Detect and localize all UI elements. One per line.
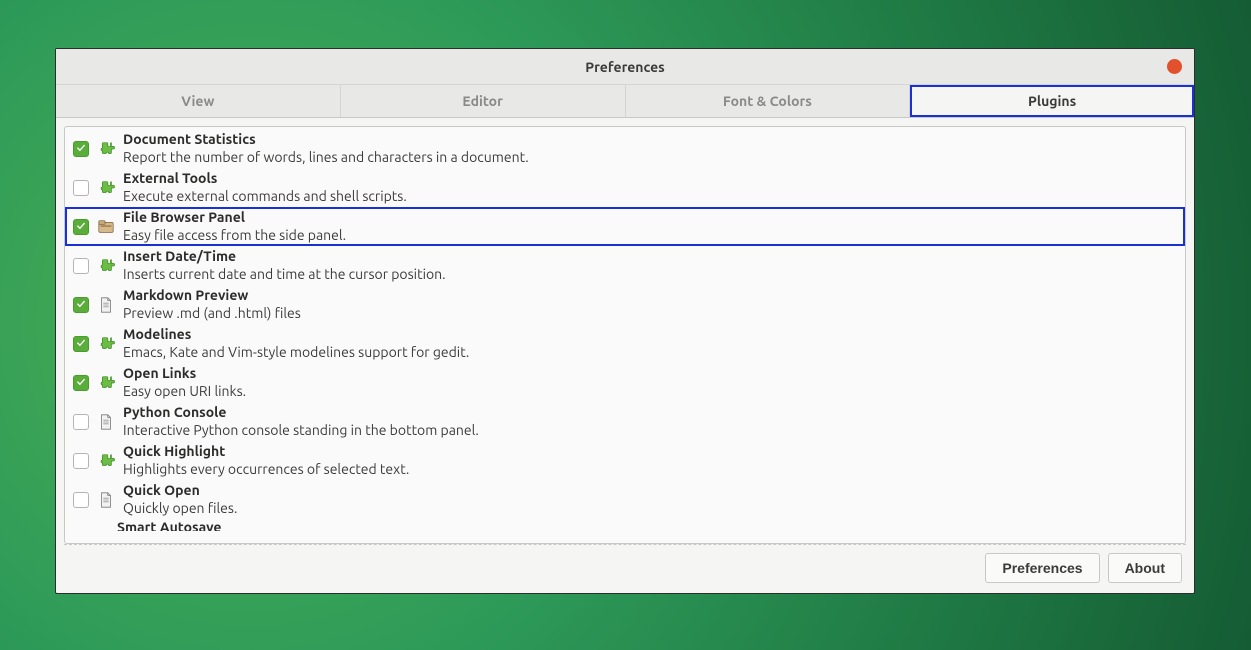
folder-icon xyxy=(97,218,115,236)
puzzle-icon xyxy=(97,179,115,197)
plugin-checkbox[interactable] xyxy=(73,414,89,430)
plugin-text: ModelinesEmacs, Kate and Vim-style model… xyxy=(123,326,469,361)
plugin-checkbox[interactable] xyxy=(73,492,89,508)
tab-plugins[interactable]: Plugins xyxy=(910,85,1194,117)
plugin-row[interactable]: Open LinksEasy open URI links. xyxy=(65,363,1185,402)
plugin-checkbox[interactable] xyxy=(73,375,89,391)
tab-font-colors[interactable]: Font & Colors xyxy=(626,85,911,117)
plugin-text: Quick OpenQuickly open files. xyxy=(123,482,237,517)
plugin-row[interactable]: File Browser PanelEasy file access from … xyxy=(65,207,1185,246)
plugin-description: Interactive Python console standing in t… xyxy=(123,422,479,440)
plugin-description: Report the number of words, lines and ch… xyxy=(123,149,529,167)
plugin-checkbox[interactable] xyxy=(73,258,89,274)
plugin-name: Quick Highlight xyxy=(123,443,409,461)
plugin-row[interactable]: Document StatisticsReport the number of … xyxy=(65,129,1185,168)
plugin-name: Document Statistics xyxy=(123,131,529,149)
tab-view[interactable]: View xyxy=(56,85,341,117)
plugin-name: Open Links xyxy=(123,365,246,383)
plugin-text: Quick HighlightHighlights every occurren… xyxy=(123,443,409,478)
plugin-description: Easy open URI links. xyxy=(123,383,246,401)
plugin-name: File Browser Panel xyxy=(123,209,346,227)
window-title: Preferences xyxy=(585,59,665,75)
plugin-description: Highlights every occurrences of selected… xyxy=(123,461,409,479)
plugin-row[interactable]: Python ConsoleInteractive Python console… xyxy=(65,402,1185,441)
plugin-checkbox[interactable] xyxy=(73,180,89,196)
plugin-row[interactable]: Quick HighlightHighlights every occurren… xyxy=(65,441,1185,480)
plugin-checkbox[interactable] xyxy=(73,453,89,469)
about-button[interactable]: About xyxy=(1108,553,1182,583)
plugin-row[interactable]: Insert Date/TimeInserts current date and… xyxy=(65,246,1185,285)
plugin-checkbox[interactable] xyxy=(73,219,89,235)
plugin-name: Modelines xyxy=(123,326,469,344)
preferences-window: Preferences View Editor Font & Colors Pl… xyxy=(55,48,1195,594)
tab-editor[interactable]: Editor xyxy=(341,85,626,117)
plugin-text: Open LinksEasy open URI links. xyxy=(123,365,246,400)
plugin-text: Insert Date/TimeInserts current date and… xyxy=(123,248,446,283)
plugin-name: External Tools xyxy=(123,170,407,188)
plugin-text: Document StatisticsReport the number of … xyxy=(123,131,529,166)
plugin-text: File Browser PanelEasy file access from … xyxy=(123,209,346,244)
titlebar: Preferences xyxy=(56,49,1194,85)
content-area: Document StatisticsReport the number of … xyxy=(56,118,1194,593)
plugin-text: Markdown PreviewPreview .md (and .html) … xyxy=(123,287,301,322)
plugin-name: Markdown Preview xyxy=(123,287,301,305)
plugin-description: Preview .md (and .html) files xyxy=(123,305,301,323)
plugin-text: External ToolsExecute external commands … xyxy=(123,170,407,205)
puzzle-icon xyxy=(97,257,115,275)
plugin-description: Emacs, Kate and Vim-style modelines supp… xyxy=(123,344,469,362)
puzzle-icon xyxy=(97,335,115,353)
plugin-description: Execute external commands and shell scri… xyxy=(123,188,407,206)
puzzle-icon xyxy=(97,140,115,158)
plugin-checkbox[interactable] xyxy=(73,297,89,313)
plugin-row[interactable]: External ToolsExecute external commands … xyxy=(65,168,1185,207)
document-icon xyxy=(97,296,115,314)
plugin-row-partial: Smart Autosave xyxy=(65,519,1185,531)
plugin-list[interactable]: Document StatisticsReport the number of … xyxy=(64,126,1186,544)
tab-bar: View Editor Font & Colors Plugins xyxy=(56,85,1194,118)
footer: Preferences About xyxy=(64,544,1186,585)
document-icon xyxy=(97,491,115,509)
plugin-checkbox[interactable] xyxy=(73,141,89,157)
plugin-name: Python Console xyxy=(123,404,479,422)
plugin-checkbox[interactable] xyxy=(73,336,89,352)
plugin-text: Python ConsoleInteractive Python console… xyxy=(123,404,479,439)
puzzle-icon xyxy=(97,374,115,392)
puzzle-icon xyxy=(97,452,115,470)
plugin-name: Quick Open xyxy=(123,482,237,500)
preferences-button[interactable]: Preferences xyxy=(985,553,1099,583)
plugin-row[interactable]: Markdown PreviewPreview .md (and .html) … xyxy=(65,285,1185,324)
document-icon xyxy=(97,413,115,431)
close-icon[interactable] xyxy=(1167,59,1182,74)
plugin-description: Quickly open files. xyxy=(123,500,237,518)
plugin-description: Inserts current date and time at the cur… xyxy=(123,266,446,284)
plugin-description: Easy file access from the side panel. xyxy=(123,227,346,245)
plugin-row[interactable]: Quick OpenQuickly open files. xyxy=(65,480,1185,519)
plugin-row[interactable]: ModelinesEmacs, Kate and Vim-style model… xyxy=(65,324,1185,363)
plugin-name: Insert Date/Time xyxy=(123,248,446,266)
